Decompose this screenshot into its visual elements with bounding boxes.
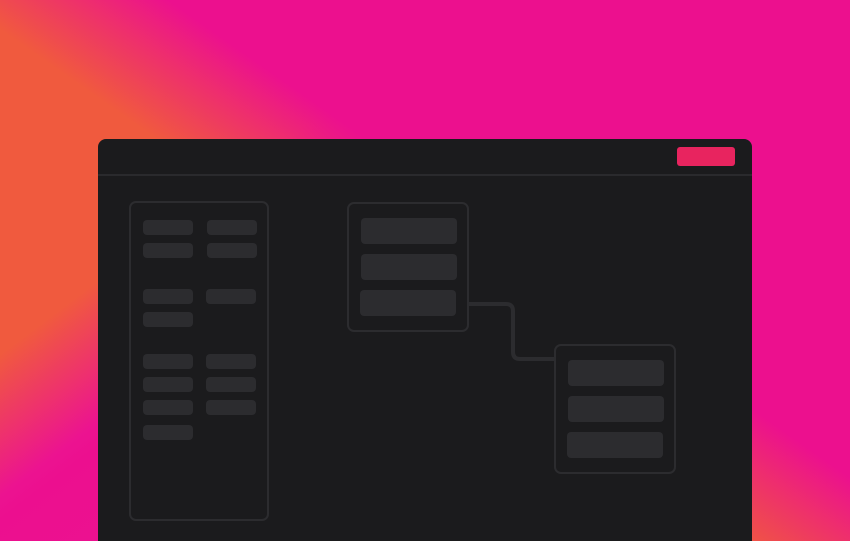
flow-node-target[interactable] <box>554 344 676 474</box>
node-field[interactable] <box>568 396 664 422</box>
palette-block[interactable] <box>207 220 257 235</box>
palette-block[interactable] <box>143 220 193 235</box>
palette-block[interactable] <box>207 243 257 258</box>
flow-node-source[interactable] <box>347 202 469 332</box>
palette-block[interactable] <box>143 354 193 369</box>
primary-action-button[interactable] <box>677 147 735 166</box>
node-output-field[interactable] <box>360 290 456 316</box>
palette-block[interactable] <box>206 354 256 369</box>
node-field[interactable] <box>567 432 663 458</box>
node-field[interactable] <box>361 218 457 244</box>
palette-block[interactable] <box>143 377 193 392</box>
block-palette-panel <box>129 201 269 521</box>
node-field[interactable] <box>568 360 664 386</box>
palette-block[interactable] <box>143 289 193 304</box>
palette-block[interactable] <box>143 425 193 440</box>
title-bar <box>98 139 752 176</box>
palette-block[interactable] <box>206 400 256 415</box>
node-field[interactable] <box>361 254 457 280</box>
palette-block[interactable] <box>143 312 193 327</box>
palette-block[interactable] <box>143 243 193 258</box>
palette-block[interactable] <box>206 377 256 392</box>
palette-block[interactable] <box>206 289 256 304</box>
app-window <box>98 139 752 541</box>
palette-block[interactable] <box>143 400 193 415</box>
